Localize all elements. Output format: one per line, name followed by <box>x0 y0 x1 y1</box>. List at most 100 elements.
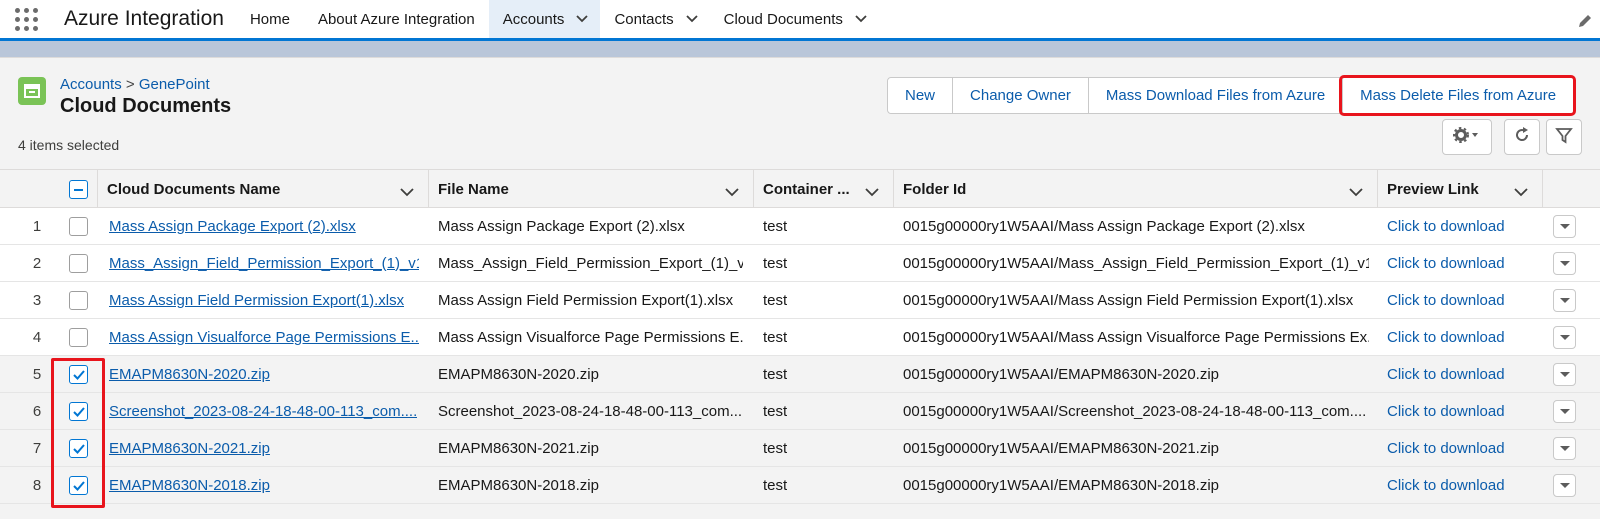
chevron-down-icon[interactable] <box>1514 184 1528 201</box>
chevron-down-icon[interactable] <box>400 184 414 201</box>
folder-id-cell: 0015g00000ry1W5AAI/Mass Assign Field Per… <box>903 291 1354 309</box>
nav-item-contacts[interactable]: Contacts <box>600 0 709 38</box>
preview-link[interactable]: Click to download <box>1387 467 1505 503</box>
chevron-down-icon[interactable] <box>1349 184 1363 201</box>
document-name-link[interactable]: Mass_Assign_Field_Permission_Export_(1)_… <box>109 245 419 281</box>
row-number: 2 <box>32 254 42 272</box>
column-header-file-name[interactable]: File Name <box>428 170 753 208</box>
folder-id-cell: 0015g00000ry1W5AAI/Screenshot_2023-08-24… <box>903 402 1367 420</box>
row-number: 6 <box>32 402 42 420</box>
breadcrumb-separator: > <box>125 76 135 93</box>
change-owner-button[interactable]: Change Owner <box>952 78 1088 113</box>
mass-download-button[interactable]: Mass Download Files from Azure <box>1087 78 1343 113</box>
nav-item-cloud-documents[interactable]: Cloud Documents <box>710 0 879 38</box>
row-checkbox[interactable] <box>69 365 88 384</box>
row-actions-button[interactable] <box>1553 437 1576 460</box>
nav-item-label: Cloud Documents <box>723 10 843 28</box>
checkmark-icon <box>73 481 85 491</box>
row-actions-button[interactable] <box>1553 252 1576 275</box>
chevron-down-icon[interactable] <box>855 14 867 24</box>
global-nav: Azure Integration Home About Azure Integ… <box>0 0 1600 41</box>
new-button[interactable]: New <box>888 78 953 113</box>
container-cell: test <box>763 328 788 346</box>
row-checkbox[interactable] <box>69 291 88 310</box>
list-actions: New Change Owner Mass Download Files fro… <box>887 75 1577 116</box>
container-cell: test <box>763 291 788 309</box>
page-title: Cloud Documents <box>60 95 232 117</box>
preview-link[interactable]: Click to download <box>1387 208 1505 244</box>
app-name: Azure Integration <box>64 7 224 30</box>
folder-id-cell: 0015g00000ry1W5AAI/EMAPM8630N-2020.zip <box>903 365 1220 383</box>
row-number: 5 <box>32 365 42 383</box>
chevron-down-icon <box>1559 371 1570 377</box>
nav-item-label: Home <box>249 10 290 28</box>
chevron-down-icon <box>1559 260 1570 266</box>
checkmark-icon <box>73 444 85 454</box>
preview-link[interactable]: Click to download <box>1387 393 1505 429</box>
row-checkbox[interactable] <box>69 217 88 236</box>
preview-link[interactable]: Click to download <box>1387 282 1505 318</box>
row-actions-button[interactable] <box>1553 326 1576 349</box>
chevron-down-icon[interactable] <box>686 14 698 24</box>
column-header-name[interactable]: Cloud Documents Name <box>97 170 428 208</box>
select-all-checkbox[interactable] <box>69 180 88 199</box>
refresh-button[interactable] <box>1504 119 1540 155</box>
column-header-preview-link[interactable]: Preview Link <box>1377 170 1542 208</box>
chevron-down-icon[interactable] <box>865 184 879 201</box>
row-actions-button[interactable] <box>1553 289 1576 312</box>
list-settings-button[interactable] <box>1442 119 1492 155</box>
selection-count: 4 items selected <box>18 137 120 153</box>
chevron-down-icon[interactable] <box>725 184 739 201</box>
table-row: 1 Mass Assign Package Export (2).xlsx Mass… <box>0 208 1600 245</box>
table-body: 1 Mass Assign Package Export (2).xlsx Mass… <box>0 208 1600 504</box>
app-launcher-button[interactable] <box>0 0 52 38</box>
app-launcher-icon <box>14 7 38 31</box>
row-checkbox[interactable] <box>69 439 88 458</box>
preview-link[interactable]: Click to download <box>1387 356 1505 392</box>
chevron-down-icon <box>1559 223 1570 229</box>
nav-item-home[interactable]: Home <box>236 0 304 38</box>
row-actions-button[interactable] <box>1553 215 1576 238</box>
mass-delete-button[interactable]: Mass Delete Files from Azure <box>1339 75 1577 116</box>
container-cell: test <box>763 217 788 235</box>
table-row: 7 EMAPM8630N-2021.zip EMAPM8630N-2021.zip t… <box>0 430 1600 467</box>
column-label: Container ... <box>763 180 850 198</box>
pencil-icon[interactable] <box>1576 12 1594 30</box>
document-name-link[interactable]: Mass Assign Visualforce Page Permissions… <box>109 319 419 355</box>
row-actions-button[interactable] <box>1553 363 1576 386</box>
nav-item-about[interactable]: About Azure Integration <box>304 0 489 38</box>
column-label: Preview Link <box>1387 180 1479 198</box>
row-number: 3 <box>32 291 42 309</box>
row-checkbox[interactable] <box>69 402 88 421</box>
filter-button[interactable] <box>1546 119 1582 155</box>
checkmark-icon <box>73 370 85 380</box>
document-name-link[interactable]: EMAPM8630N-2021.zip <box>109 430 270 466</box>
preview-link[interactable]: Click to download <box>1387 319 1505 355</box>
column-header-folder-id[interactable]: Folder Id <box>893 170 1377 208</box>
checkmark-icon <box>73 407 85 417</box>
table-row: 4 Mass Assign Visualforce Page Permission… <box>0 319 1600 356</box>
document-name-link[interactable]: EMAPM8630N-2020.zip <box>109 356 270 392</box>
document-name-link[interactable]: Mass Assign Field Permission Export(1).x… <box>109 282 404 318</box>
chevron-down-icon <box>1559 297 1570 303</box>
document-name-link[interactable]: EMAPM8630N-2018.zip <box>109 467 270 503</box>
row-checkbox[interactable] <box>69 254 88 273</box>
document-name-link[interactable]: Screenshot_2023-08-24-18-48-00-113_com..… <box>109 393 417 429</box>
row-actions-button[interactable] <box>1553 400 1576 423</box>
row-actions-button[interactable] <box>1553 474 1576 497</box>
folder-id-cell: 0015g00000ry1W5AAI/EMAPM8630N-2018.zip <box>903 476 1220 494</box>
breadcrumb-record-link[interactable]: GenePoint <box>139 76 210 93</box>
chevron-down-icon[interactable] <box>576 14 589 24</box>
nav-item-label: Contacts <box>614 10 674 28</box>
preview-link[interactable]: Click to download <box>1387 245 1505 281</box>
table-header: Cloud Documents Name File Name Container… <box>0 169 1600 208</box>
breadcrumb-accounts-link[interactable]: Accounts <box>60 76 122 93</box>
preview-link[interactable]: Click to download <box>1387 430 1505 466</box>
document-name-link[interactable]: Mass Assign Package Export (2).xlsx <box>109 208 356 244</box>
row-checkbox[interactable] <box>69 476 88 495</box>
nav-item-accounts[interactable]: Accounts <box>488 0 601 41</box>
column-header-container[interactable]: Container ... <box>753 170 893 208</box>
row-checkbox[interactable] <box>69 328 88 347</box>
file-name-cell: EMAPM8630N-2021.zip <box>438 439 599 457</box>
row-number: 7 <box>32 439 42 457</box>
